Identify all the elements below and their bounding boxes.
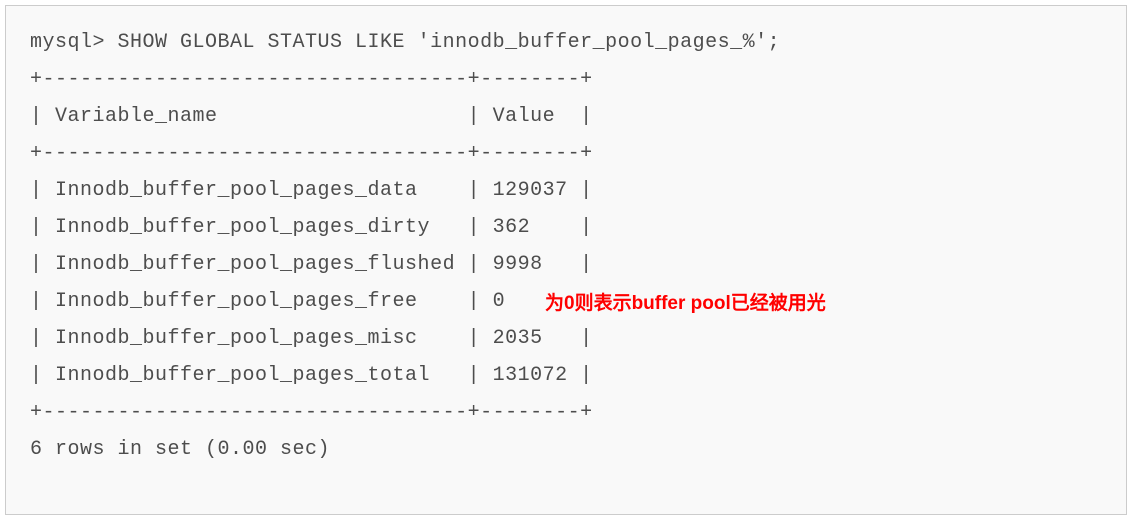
sql-command: SHOW GLOBAL STATUS LIKE 'innodb_buffer_p…: [118, 31, 781, 54]
annotation-text: 为0则表示buffer pool已经被用光: [545, 286, 826, 321]
terminal-output: mysql> SHOW GLOBAL STATUS LIKE 'innodb_b…: [5, 5, 1127, 515]
table-separator-bottom: +----------------------------------+----…: [30, 394, 1102, 431]
table-separator-mid: +----------------------------------+----…: [30, 135, 1102, 172]
table-row: | Innodb_buffer_pool_pages_dirty | 362 |: [30, 209, 1102, 246]
table-row-text: | Innodb_buffer_pool_pages_dirty | 362 |: [30, 209, 1102, 246]
table-row-text: | Innodb_buffer_pool_pages_misc | 2035 |: [30, 320, 1102, 357]
table-separator-top: +----------------------------------+----…: [30, 61, 1102, 98]
table-row: | Innodb_buffer_pool_pages_misc | 2035 |: [30, 320, 1102, 357]
table-header: | Variable_name | Value |: [30, 98, 1102, 135]
prompt: mysql>: [30, 31, 118, 54]
table-row: | Innodb_buffer_pool_pages_free | 0 为0则表…: [30, 283, 1102, 320]
table-row-text: | Innodb_buffer_pool_pages_flushed | 999…: [30, 246, 1102, 283]
table-row: | Innodb_buffer_pool_pages_total | 13107…: [30, 357, 1102, 394]
table-row: | Innodb_buffer_pool_pages_flushed | 999…: [30, 246, 1102, 283]
table-row-text: | Innodb_buffer_pool_pages_total | 13107…: [30, 357, 1102, 394]
table-row-text: | Innodb_buffer_pool_pages_data | 129037…: [30, 172, 1102, 209]
command-line: mysql> SHOW GLOBAL STATUS LIKE 'innodb_b…: [30, 24, 1102, 61]
table-row: | Innodb_buffer_pool_pages_data | 129037…: [30, 172, 1102, 209]
result-footer: 6 rows in set (0.00 sec): [30, 431, 1102, 468]
